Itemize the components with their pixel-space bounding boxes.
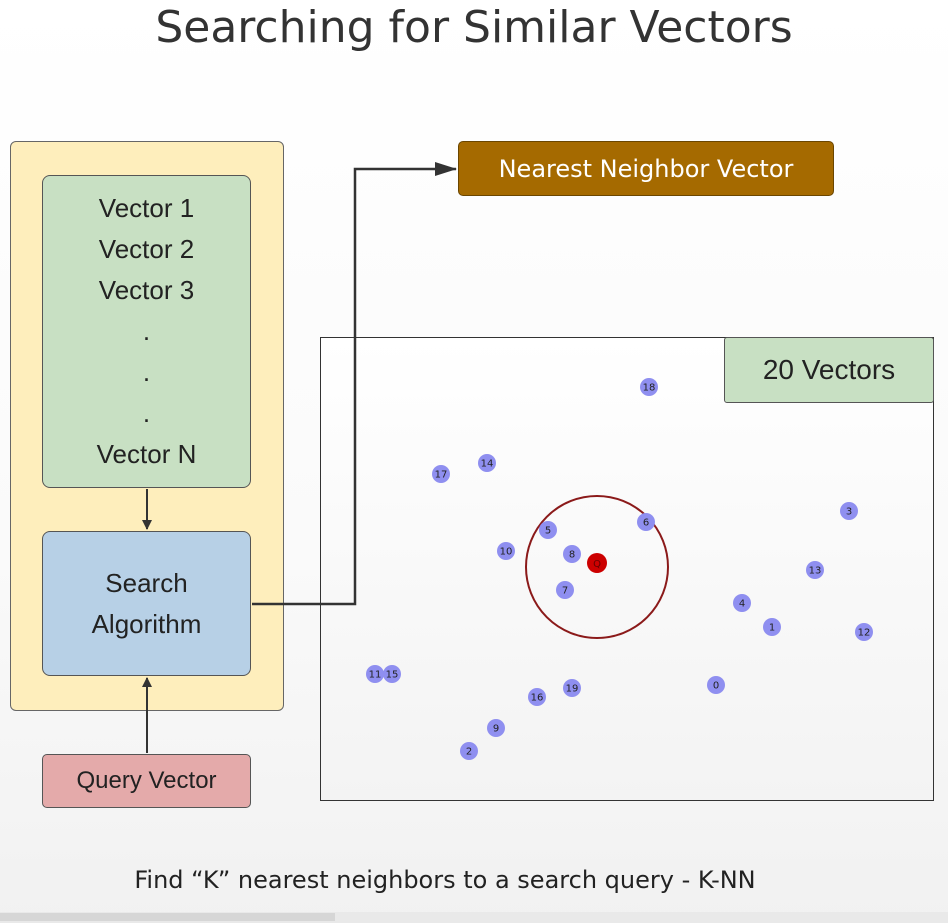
vector-point-label: 19 [566, 684, 579, 695]
vector-point-label: 10 [500, 547, 513, 558]
arrow-search-to-nearest-neighbor [252, 162, 457, 606]
vector-point: 16 [528, 688, 546, 706]
vector-point-label: 14 [481, 459, 494, 470]
vector-point: 15 [383, 665, 401, 683]
vector-point: 17 [432, 465, 450, 483]
vector-point-label: 13 [809, 566, 822, 577]
vector-point: 19 [563, 679, 581, 697]
vector-point-label: 12 [858, 628, 871, 639]
vector-point-label: 2 [466, 747, 472, 758]
query-point: Q [587, 553, 607, 573]
vector-point: 18 [640, 378, 658, 396]
vector-point-label: 7 [562, 586, 568, 597]
vector-point-label: 1 [769, 623, 775, 634]
vector-point-label: 6 [643, 518, 649, 529]
query-point-label: Q [593, 559, 601, 570]
vector-point: 4 [733, 594, 751, 612]
vector-point: 11 [366, 665, 384, 683]
vector-point: 3 [840, 502, 858, 520]
vector-point: 12 [855, 623, 873, 641]
vector-point-label: 18 [643, 383, 656, 394]
vector-point: 5 [539, 521, 557, 539]
vector-point-label: 3 [846, 507, 852, 518]
caption-text: Find “K” nearest neighbors to a search q… [134, 866, 756, 894]
vector-point: 10 [497, 542, 515, 560]
horizontal-scrollbar-thumb[interactable] [0, 913, 335, 921]
vector-point: 6 [637, 513, 655, 531]
vector-point-label: 9 [493, 724, 499, 735]
vector-point-label: 15 [386, 670, 399, 681]
vector-point: 7 [556, 581, 574, 599]
vector-point-label: 8 [569, 550, 575, 561]
vector-point-label: 17 [435, 470, 448, 481]
vector-point: 13 [806, 561, 824, 579]
vector-point: 9 [487, 719, 505, 737]
vector-point: 0 [707, 676, 725, 694]
vector-point-label: 4 [739, 599, 745, 610]
vector-point-label: 0 [713, 681, 719, 692]
diagram-overlay: 012345678910111213141516171819Q [142, 162, 873, 760]
vector-point-label: 5 [545, 526, 551, 537]
vector-point: 1 [763, 618, 781, 636]
vector-point-label: 11 [369, 670, 382, 681]
vector-point: 2 [460, 742, 478, 760]
vector-point: 14 [478, 454, 496, 472]
vector-point: 8 [563, 545, 581, 563]
vector-point-label: 16 [531, 693, 544, 704]
